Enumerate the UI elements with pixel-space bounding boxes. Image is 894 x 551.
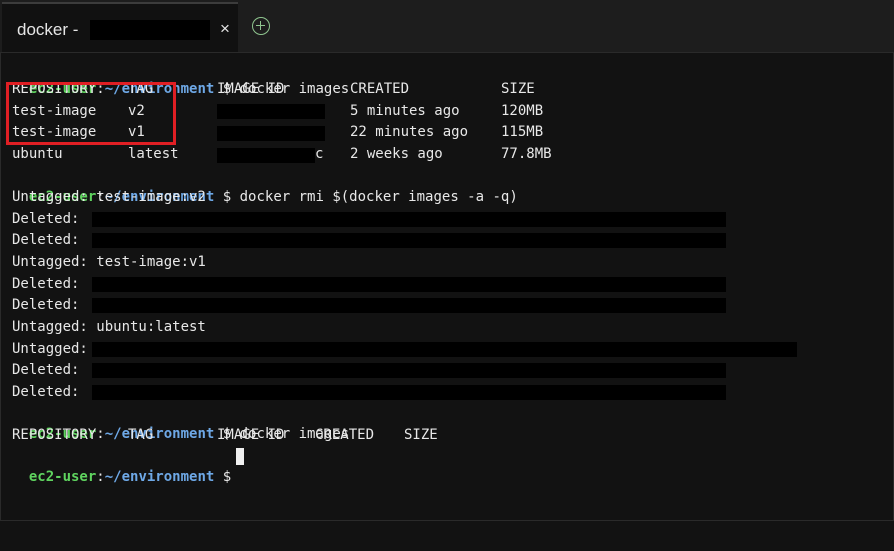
output-line: Deleted:	[12, 297, 88, 313]
redacted-digest	[92, 342, 797, 357]
redacted-digest	[92, 298, 726, 313]
redacted-tab-text	[90, 20, 210, 40]
output-line: Deleted:	[12, 276, 88, 292]
prompt-line: ec2-user:~/environment $	[12, 446, 240, 485]
tab-bar: docker - ×	[0, 0, 894, 52]
redacted-image-id	[217, 148, 315, 163]
row-created: 5 minutes ago	[350, 103, 460, 119]
header-size: SIZE	[404, 427, 438, 443]
prompt-sign: $	[214, 189, 240, 205]
output-line: Untagged: test-image:v2	[12, 189, 206, 205]
row-size: 115MB	[501, 124, 544, 140]
row-image-id: c	[315, 146, 324, 162]
prompt-path: ~/environment	[104, 469, 215, 485]
row-created: 2 weeks ago	[350, 146, 443, 162]
command-text: docker rmi $(docker images -a -q)	[239, 189, 518, 205]
header-tag: TAG	[128, 427, 154, 443]
header-created: CREATED	[315, 427, 375, 443]
row-created: 22 minutes ago	[350, 124, 469, 140]
output-line: Deleted:	[12, 211, 88, 227]
output-line: Untagged:	[12, 341, 97, 357]
prompt-user: ec2-user	[28, 469, 97, 485]
redacted-digest	[92, 212, 726, 227]
tab-docker[interactable]: docker - ×	[2, 2, 238, 52]
highlight-box	[6, 82, 176, 145]
prompt-line: ec2-user:~/environment $ docker images	[12, 403, 349, 442]
header-created: CREATED	[350, 81, 410, 97]
row-size: 120MB	[501, 103, 544, 119]
close-icon[interactable]: ×	[220, 19, 230, 39]
redacted-digest	[92, 385, 726, 400]
prompt-line: ec2-user:~/environment $ docker images	[12, 58, 349, 97]
output-line: Deleted:	[12, 232, 88, 248]
redacted-image-id	[217, 104, 325, 119]
redacted-digest	[92, 363, 726, 378]
row-size: 77.8MB	[501, 146, 552, 162]
row-tag: latest	[128, 146, 179, 162]
output-line: Untagged: test-image:v1	[12, 254, 206, 270]
terminal-cursor	[236, 448, 244, 465]
table-header: REPOSITORY TAG IMAGE ID CREATED SIZE	[12, 425, 452, 446]
prompt-colon: :	[96, 469, 105, 485]
row-repository: ubuntu	[12, 146, 63, 162]
tab-title: docker -	[17, 20, 79, 39]
header-image-id: IMAGE ID	[217, 81, 285, 97]
output-line: Deleted:	[12, 362, 88, 378]
redacted-digest	[92, 277, 726, 292]
prompt-line: ec2-user:~/environment $ docker rmi $(do…	[12, 166, 518, 205]
output-line: Untagged: ubuntu:latest	[12, 319, 206, 335]
prompt-sign: $	[214, 469, 240, 485]
output-line: Deleted:	[12, 384, 88, 400]
add-tab-icon[interactable]	[252, 17, 270, 35]
header-repository: REPOSITORY	[12, 427, 97, 443]
redacted-image-id	[217, 126, 325, 141]
header-size: SIZE	[501, 81, 535, 97]
header-image-id: IMAGE ID	[217, 427, 285, 443]
redacted-digest	[92, 233, 726, 248]
